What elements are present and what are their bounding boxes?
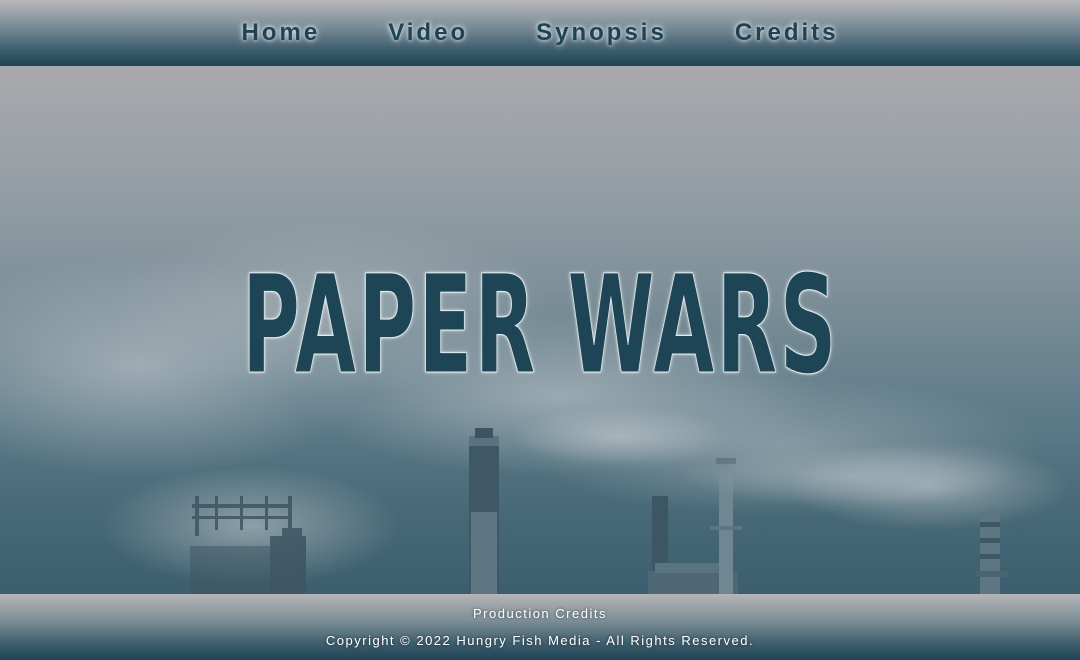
top-navigation-bar: Home Video Synopsis Credits [0,0,1080,66]
hero-banner: PAPER WARS [0,66,1080,594]
nav-link-synopsis[interactable]: Synopsis [534,19,669,47]
footer-links: Production Credits [0,606,1080,621]
nav-item-synopsis: Synopsis [534,19,669,47]
nav-item-credits: Credits [733,19,841,47]
page: Home Video Synopsis Credits PAPER WARS P… [0,0,1080,660]
footer: Production Credits Copyright © 2022 Hung… [0,594,1080,660]
nav-link-home[interactable]: Home [240,19,323,47]
nav-link-credits[interactable]: Credits [733,19,841,47]
nav-link-video[interactable]: Video [386,19,470,47]
nav-menu: Home Video Synopsis Credits [0,0,1080,66]
site-title: PAPER WARS [241,247,839,405]
nav-item-video: Video [386,19,470,47]
production-credits-link[interactable]: Production Credits [473,606,607,621]
title-container: PAPER WARS [0,256,1080,396]
nav-item-home: Home [240,19,323,47]
copyright-text: Copyright © 2022 Hungry Fish Media - All… [325,633,755,648]
